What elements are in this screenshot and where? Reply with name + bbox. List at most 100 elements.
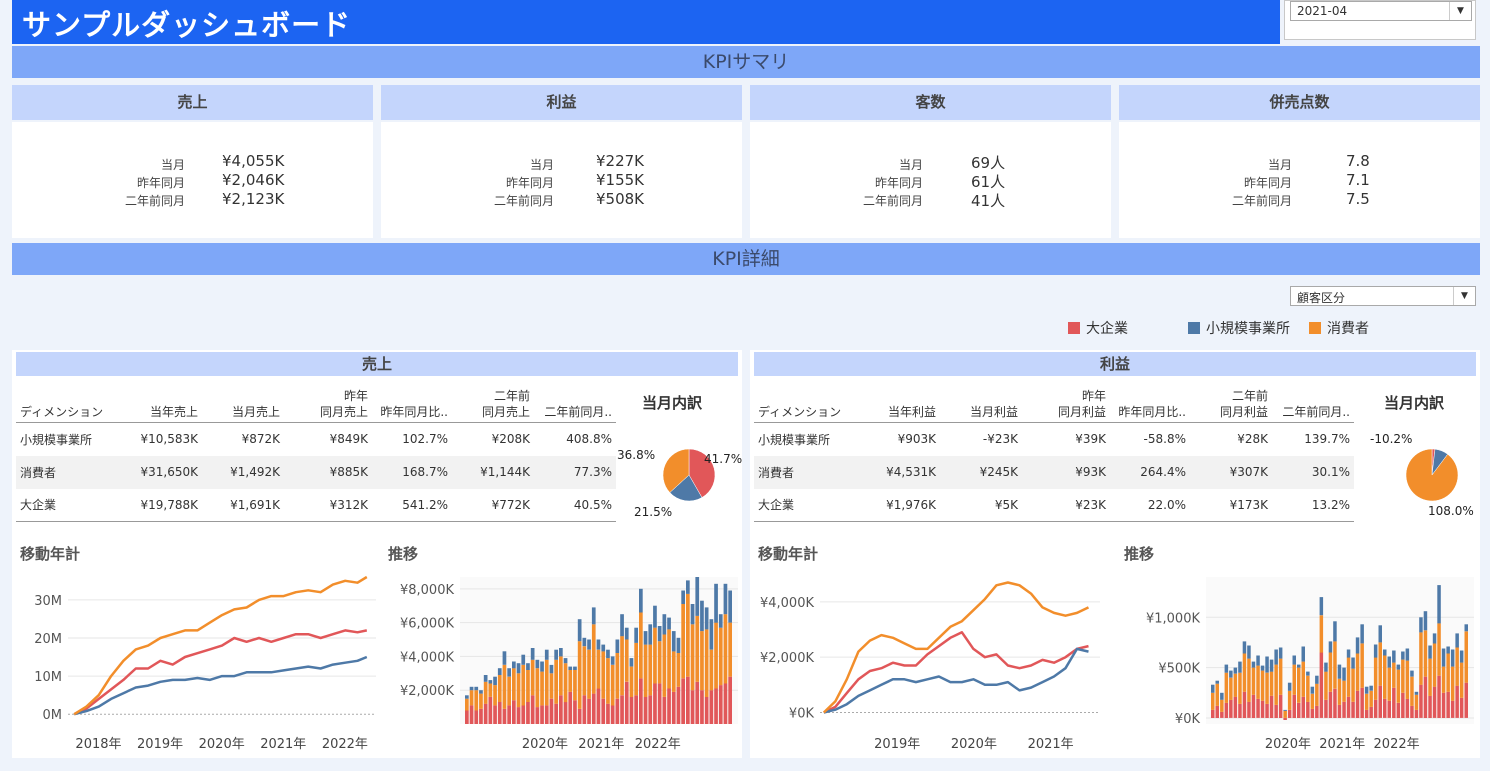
col-header-twoyears-ratio[interactable]: 二年前同月..	[534, 386, 616, 423]
chevron-down-icon[interactable]: ▼	[1453, 287, 1475, 305]
col-header-year-profit[interactable]: 当年利益	[858, 386, 940, 423]
bar-segment	[1287, 682, 1292, 691]
col-header-month-profit[interactable]: 当月利益	[940, 386, 1022, 423]
bar-segment	[606, 649, 610, 659]
bar-segment	[559, 648, 563, 657]
bar-segment	[723, 683, 728, 724]
bar-segment	[474, 686, 479, 691]
bar-segment	[657, 626, 662, 642]
col-header-twoyears-ratio[interactable]: 二年前同月..	[1272, 386, 1354, 423]
col-header-month-sales[interactable]: 当月売上	[202, 386, 284, 423]
bar-segment	[709, 649, 714, 691]
chevron-down-icon[interactable]: ▼	[1449, 2, 1471, 20]
bar-segment	[690, 604, 695, 625]
y-tick-label: ¥1,000K	[1146, 611, 1200, 626]
sales-pie-label-corp: 41.7%	[704, 452, 743, 466]
legend-item-corp[interactable]: 大企業	[1068, 318, 1128, 338]
col-header-lastyear-ratio[interactable]: 昨年同月比..	[1110, 386, 1190, 423]
bar-segment	[1310, 708, 1315, 718]
bar-segment	[465, 698, 469, 711]
bar-segment	[1242, 691, 1247, 718]
bar-segment	[568, 691, 573, 724]
bar-segment	[1396, 702, 1401, 718]
month-select[interactable]: 2021-04 ▼	[1290, 1, 1472, 21]
table-cell: ¥1,492K	[202, 455, 284, 489]
col-header-twoyears-profit[interactable]: 二年前 同月利益	[1190, 386, 1272, 423]
y-tick-label: 30M	[34, 594, 62, 609]
bar-segment	[549, 698, 554, 724]
bar-segment	[1364, 709, 1369, 718]
bar-segment	[1441, 692, 1446, 718]
bar-segment	[1450, 666, 1455, 701]
table-cell: -58.8%	[1143, 432, 1186, 447]
bar-segment	[516, 663, 521, 674]
bar-segment	[1405, 648, 1410, 661]
col-header-lastyear-profit[interactable]: 昨年 同月利益	[1022, 386, 1110, 423]
bar-segment	[1383, 698, 1387, 718]
table-row[interactable]: 消費者 ¥4,531K ¥245K ¥93K 264.4% ¥307K 30.1%	[754, 455, 1354, 489]
kpi-card-body	[750, 122, 1111, 238]
table-row[interactable]: 小規模事業所 ¥10,583K ¥872K ¥849K 102.7% ¥208K 408.8…	[16, 423, 616, 456]
bar-segment	[479, 708, 483, 724]
col-header-lastyear-sales[interactable]: 昨年 同月売上	[284, 386, 372, 423]
bar-segment	[469, 686, 474, 691]
bar-segment	[512, 661, 516, 669]
bar-segment	[526, 702, 530, 724]
bar-segment	[681, 678, 685, 724]
bar-segment	[1287, 709, 1292, 718]
bar-segment	[1373, 699, 1378, 718]
col-header-dimension[interactable]: ディメンション	[16, 386, 120, 423]
legend-item-small-business[interactable]: 小規模事業所	[1188, 318, 1290, 338]
bar-segment	[601, 644, 606, 652]
table-cell: ¥208K	[491, 432, 530, 447]
bar-segment	[493, 676, 497, 686]
bar-segment	[1229, 670, 1233, 678]
x-tick-label: 2020年	[522, 737, 568, 752]
table-row[interactable]: 小規模事業所 ¥903K -¥23K ¥39K -58.8% ¥28K 139.7%	[754, 423, 1354, 456]
bar-segment	[1360, 643, 1364, 688]
bar-segment	[479, 693, 483, 709]
col-header-year-sales[interactable]: 当年売上	[120, 386, 202, 423]
table-row[interactable]: 消費者 ¥31,650K ¥1,492K ¥885K 168.7% ¥1,144K 77.3…	[16, 455, 616, 489]
bar-segment	[1297, 664, 1301, 668]
bar-segment	[1437, 585, 1441, 624]
bar-segment	[648, 695, 653, 724]
bar-segment	[714, 622, 718, 689]
bar-segment	[1383, 655, 1387, 699]
legend-swatch	[1309, 322, 1321, 334]
bar-segment	[1274, 704, 1278, 718]
profit-table: ディメンション 当年利益 当月利益 昨年 同月利益 昨年同月比.. 二年前 同月利益…	[754, 386, 1354, 522]
x-tick-label: 2020年	[1265, 737, 1311, 752]
bar-segment	[1441, 666, 1446, 693]
sales-trend-chart: ¥2,000K ¥4,000K ¥6,000K ¥8,000K 2020年 2021年 20…	[400, 577, 738, 752]
dimension-select[interactable]: 顧客区分 ▼	[1290, 286, 1476, 306]
kpi-row-label: 昨年同月	[1243, 176, 1292, 190]
bar-segment	[596, 649, 601, 689]
table-row[interactable]: 大企業 ¥19,788K ¥1,691K ¥312K 541.2% ¥772K 40.5%	[16, 489, 616, 522]
bar-segment	[728, 676, 732, 724]
bar-segment	[1392, 687, 1396, 718]
bar-segment	[502, 651, 507, 665]
kpi-row-value: ¥227K	[596, 152, 645, 170]
col-header-twoyears-sales[interactable]: 二年前 同月売上	[452, 386, 534, 423]
bar-segment	[488, 697, 493, 724]
kpi-row-label: 当月	[160, 158, 185, 172]
kpi-row-label: 当月	[898, 158, 923, 172]
col-header-lastyear-ratio[interactable]: 昨年同月比..	[372, 386, 452, 423]
bar-segment	[671, 691, 676, 724]
table-row[interactable]: 大企業 ¥1,976K ¥5K ¥23K 22.0% ¥173K 13.2%	[754, 489, 1354, 522]
bar-segment	[1319, 615, 1324, 653]
profit-trend-title: 推移	[1124, 545, 1155, 563]
bar-segment	[479, 690, 483, 694]
table-cell: 22.0%	[1147, 497, 1186, 512]
bar-segment	[1301, 696, 1305, 718]
legend-item-consumer[interactable]: 消費者	[1309, 318, 1369, 338]
bar-segment	[596, 639, 601, 650]
bar-segment	[1410, 705, 1414, 718]
bar-segment	[1297, 702, 1301, 718]
bar-segment	[1238, 703, 1242, 718]
bar-segment	[577, 619, 582, 642]
bar-segment	[1220, 711, 1224, 718]
col-header-dimension[interactable]: ディメンション	[754, 386, 858, 423]
bar-segment	[488, 680, 493, 684]
